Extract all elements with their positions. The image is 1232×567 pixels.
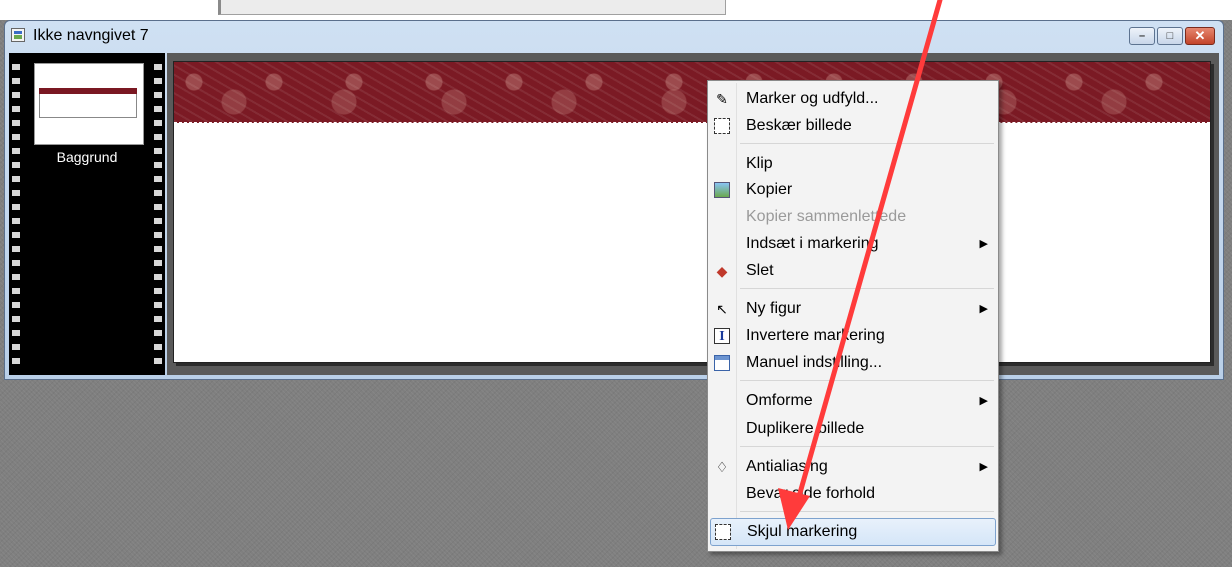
menu-item-bevar-side-forhold[interactable]: Bevar side forhold <box>710 482 996 506</box>
menu-item-label: Indsæt i markering <box>746 235 879 252</box>
menu-item-label: Antialiasing <box>746 458 828 475</box>
menu-item-label: Marker og udfyld... <box>746 90 879 107</box>
copy-image-icon <box>714 182 730 198</box>
menu-item-invertere-markering[interactable]: I Invertere markering <box>710 324 996 348</box>
menu-item-label: Invertere markering <box>746 327 885 344</box>
submenu-arrow-icon: ▶ <box>979 303 988 315</box>
invert-selection-icon: I <box>714 328 730 344</box>
menu-item-label: Klip <box>746 155 773 172</box>
menu-separator <box>740 288 994 289</box>
menu-item-skjul-markering[interactable]: Skjul markering <box>710 518 996 546</box>
minimize-icon: – <box>1138 30 1146 42</box>
menu-separator <box>740 143 994 144</box>
menu-separator <box>740 380 994 381</box>
minimize-button[interactable]: – <box>1129 27 1155 45</box>
menu-separator <box>740 511 994 512</box>
menu-item-label: Beskær billede <box>746 117 852 134</box>
menu-item-label: Kopier sammenlettede <box>746 208 907 225</box>
menu-item-kopier[interactable]: Kopier <box>710 178 996 202</box>
menu-item-beskaer-billede[interactable]: Beskær billede <box>710 114 996 138</box>
submenu-arrow-icon: ▶ <box>979 461 988 473</box>
menu-item-klip[interactable]: Klip <box>710 152 996 176</box>
menu-item-antialiasing[interactable]: ♢ Antialiasing ▶ <box>710 455 996 479</box>
menu-item-omforme[interactable]: Omforme ▶ <box>710 389 996 413</box>
menu-item-label: Duplikere billede <box>746 420 865 437</box>
maximize-icon: □ <box>1166 30 1174 42</box>
close-icon: ✕ <box>1194 28 1206 43</box>
menu-item-indsaet-i-markering[interactable]: Indsæt i markering ▶ <box>710 232 996 256</box>
layer-filmstrip: Baggrund <box>9 53 165 375</box>
crop-icon <box>714 118 730 134</box>
layer-thumbnail[interactable] <box>34 63 144 145</box>
menu-item-marker-og-udfyld[interactable]: ✎ Marker og udfyld... <box>710 87 996 111</box>
window-title: Ikke navngivet 7 <box>33 27 149 44</box>
image-document-icon <box>11 28 25 42</box>
film-perforation-right <box>154 59 162 369</box>
context-menu: ✎ Marker og udfyld... Beskær billede Kli… <box>707 80 999 552</box>
window-controls: – □ ✕ <box>1129 27 1215 45</box>
menu-item-kopier-sammenlettede: Kopier sammenlettede <box>710 205 996 229</box>
film-perforation-left <box>12 59 20 369</box>
submenu-arrow-icon: ▶ <box>979 238 988 250</box>
top-panel <box>218 0 726 15</box>
drop-icon: ♢ <box>715 459 729 475</box>
maximize-button[interactable]: □ <box>1157 27 1183 45</box>
menu-item-label: Skjul markering <box>747 523 858 540</box>
image-canvas[interactable] <box>173 61 1211 363</box>
pointer-icon: ↖ <box>716 301 728 317</box>
menu-item-ny-figur[interactable]: ↖ Ny figur ▶ <box>710 297 996 321</box>
menu-item-slet[interactable]: ◆ Slet <box>710 259 996 283</box>
menu-item-label: Omforme <box>746 392 813 409</box>
layer-label: Baggrund <box>56 149 118 165</box>
thumbnail-frame <box>39 94 137 118</box>
menu-item-manuel-indstilling[interactable]: Manuel indstilling... <box>710 351 996 375</box>
submenu-arrow-icon: ▶ <box>979 395 988 407</box>
eraser-icon: ◆ <box>716 263 728 279</box>
menu-item-label: Slet <box>746 262 774 279</box>
menu-separator <box>740 446 994 447</box>
close-button[interactable]: ✕ <box>1185 27 1215 45</box>
image-window: Ikke navngivet 7 – □ ✕ Baggrund <box>4 20 1224 380</box>
hide-selection-icon <box>715 524 731 540</box>
christmas-banner-image <box>174 62 1210 123</box>
menu-item-duplikere-billede[interactable]: Duplikere billede <box>710 417 996 441</box>
menu-item-label: Bevar side forhold <box>746 485 875 502</box>
menu-item-label: Kopier <box>746 181 793 198</box>
canvas-area <box>167 53 1219 375</box>
menu-item-label: Manuel indstilling... <box>746 354 883 371</box>
titlebar[interactable]: Ikke navngivet 7 – □ ✕ <box>5 21 1223 51</box>
lasso-fill-icon: ✎ <box>716 91 728 107</box>
window-settings-icon <box>714 355 730 371</box>
menu-item-label: Ny figur <box>746 300 802 317</box>
